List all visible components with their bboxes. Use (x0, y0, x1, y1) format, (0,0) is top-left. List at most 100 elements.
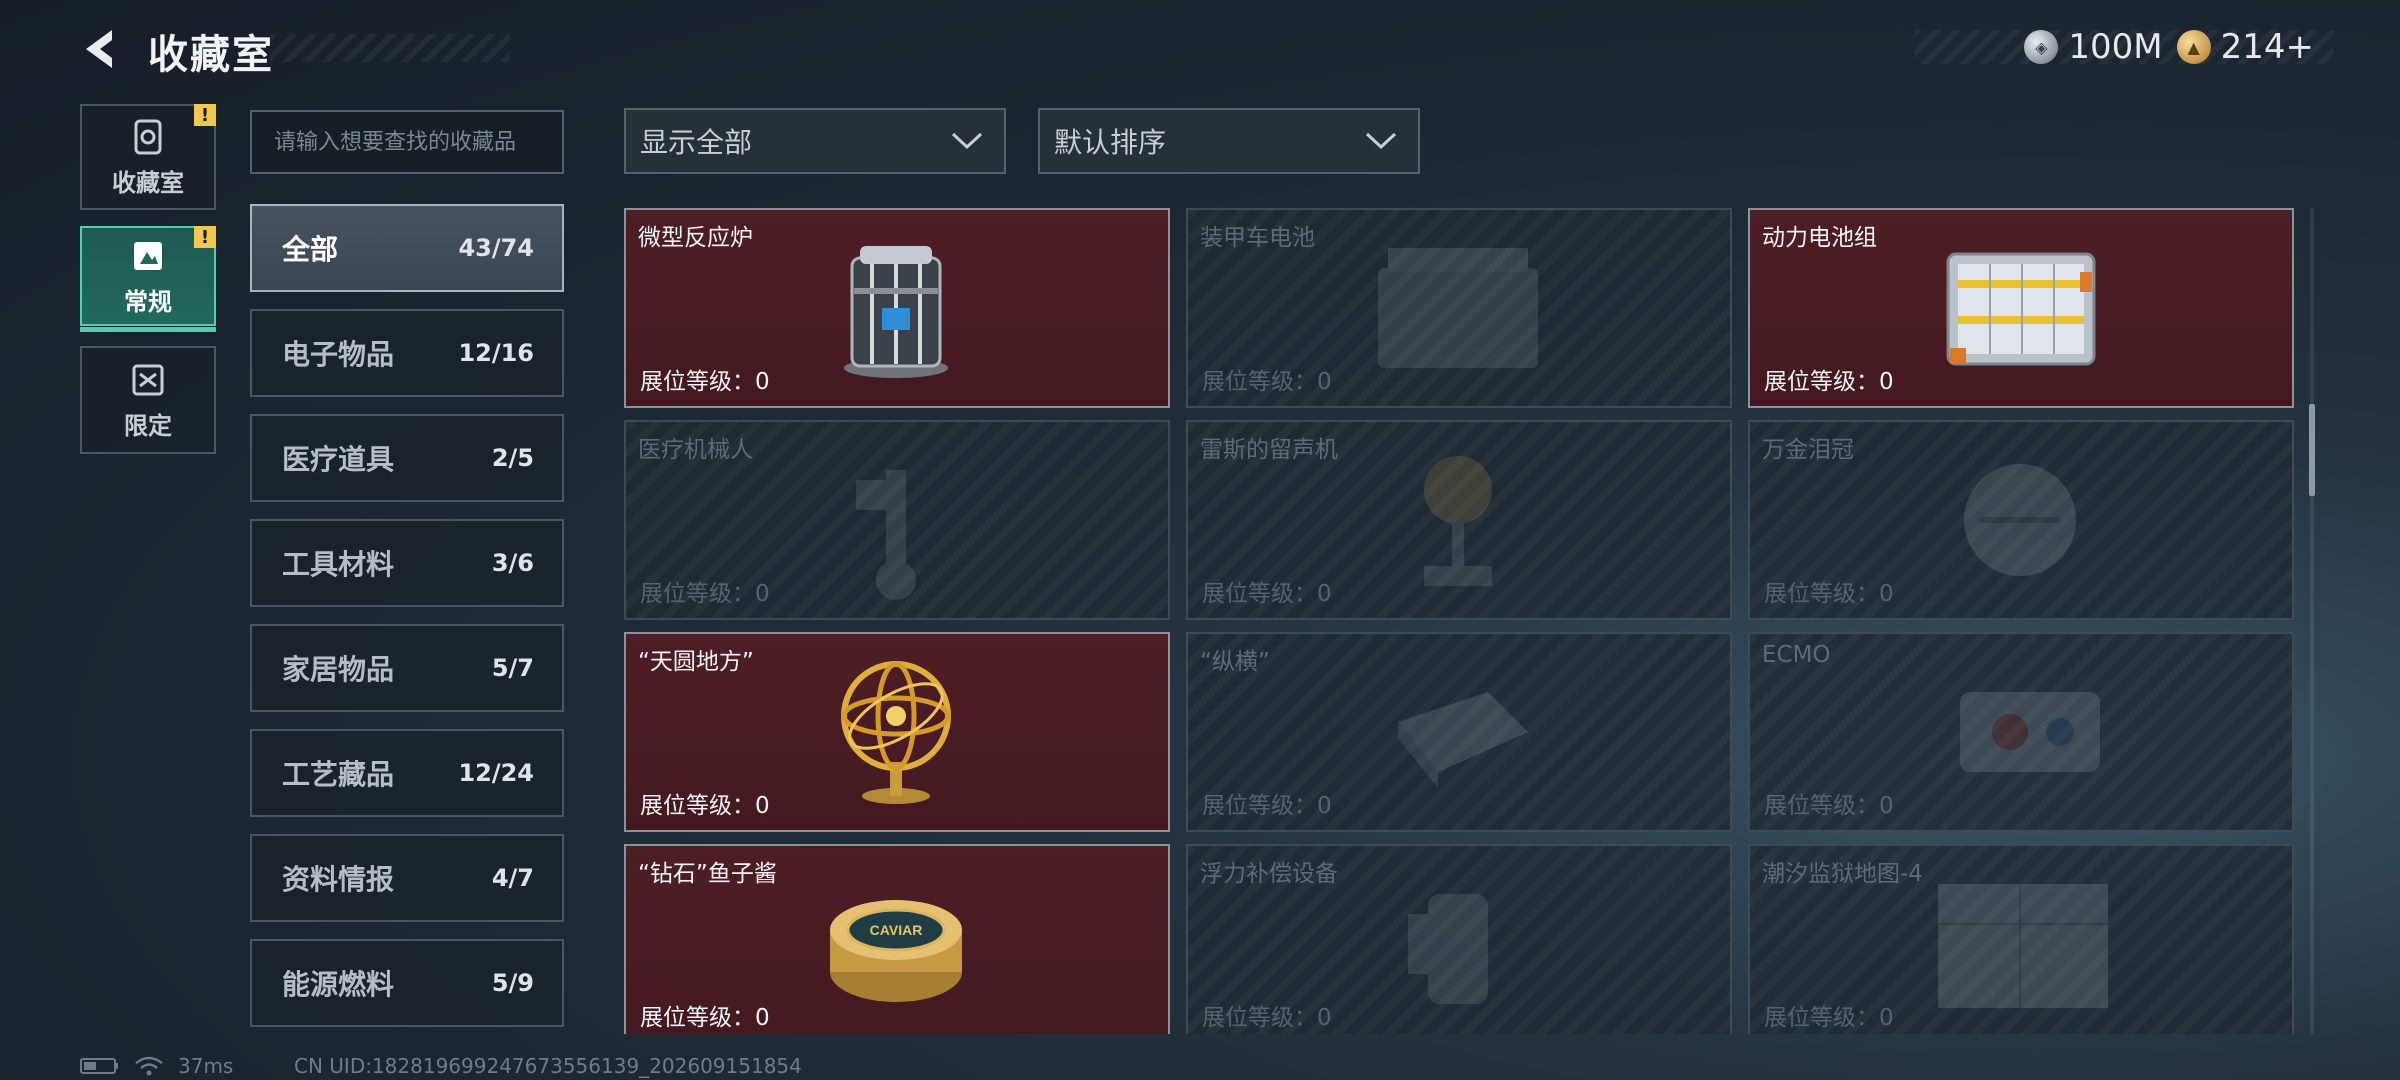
item-name: 微型反应炉 (638, 225, 753, 251)
item-name: 万金泪冠 (1762, 437, 1854, 463)
power-battery-pack-icon (1946, 252, 2096, 366)
booth-level: 展位等级：0 (640, 369, 770, 395)
filter-show-label: 显示全部 (640, 126, 753, 159)
booth-level: 展位等级：0 (1202, 793, 1332, 819)
item-name: 动力电池组 (1762, 225, 1877, 251)
booth-level: 展位等级：0 (640, 793, 770, 819)
category-count: 12/16 (458, 339, 534, 367)
sidenav-label: 常规 (124, 287, 172, 316)
caviar-tin-icon: CAVIAR (830, 900, 962, 1002)
sidenav-item-regular[interactable]: 常规 ! (80, 226, 216, 332)
category-count: 3/6 (491, 549, 534, 577)
collectible-card[interactable]: 动力电池组 展位等级：0 (1748, 208, 2294, 408)
category-name: 电子物品 (282, 338, 395, 371)
item-name: ECMO (1762, 642, 1831, 668)
item-name: 雷斯的留声机 (1200, 437, 1338, 463)
chevron-down-icon (951, 132, 983, 150)
back-arrow-icon[interactable] (78, 24, 122, 74)
category-household[interactable]: 家居物品 5/7 (250, 624, 564, 712)
grid-scrollbar-track[interactable] (2310, 208, 2314, 1034)
collectible-card[interactable]: 潮汐监狱地图-4 展位等级：0 (1748, 844, 2294, 1034)
currency-gold[interactable]: ▲ 214+ (2176, 27, 2314, 67)
category-name: 家居物品 (282, 653, 395, 686)
collectible-card[interactable]: “纵横” 展位等级：0 (1186, 632, 1732, 832)
search-input[interactable] (250, 110, 564, 174)
alert-badge: ! (194, 104, 216, 126)
grid-scrollbar-thumb[interactable] (2309, 404, 2315, 496)
category-count: 4/7 (491, 864, 534, 892)
category-name: 医疗道具 (282, 443, 395, 476)
limited-icon (132, 364, 164, 395)
category-name: 资料情报 (282, 863, 395, 896)
currency-bar: ◈ 100M ▲ 214+ (1914, 27, 2334, 67)
top-bar: 收藏室 ◈ 100M ▲ 214+ (0, 0, 2400, 100)
collectible-card[interactable]: 装甲车电池 展位等级：0 (1186, 208, 1732, 408)
title-decoration (270, 34, 510, 62)
category-electronics[interactable]: 电子物品 12/16 (250, 309, 564, 397)
category-all[interactable]: 全部 43/74 (250, 204, 564, 292)
category-name: 全部 (282, 233, 339, 266)
collectible-card[interactable]: “天圆地方” 展位等级：0 (624, 632, 1170, 832)
booth-level: 展位等级：0 (1202, 1005, 1332, 1031)
chessboard-icon (1398, 692, 1528, 788)
medical-robot-icon (856, 470, 916, 600)
sidenav-label: 收藏室 (112, 168, 184, 197)
chevron-down-icon (1365, 132, 1397, 150)
user-uid: CN UID:182819699247673556139_20260915185… (294, 1054, 802, 1078)
booth-level: 展位等级：0 (1202, 369, 1332, 395)
collectible-card[interactable]: 万金泪冠 展位等级：0 (1748, 420, 2294, 620)
wifi-icon (135, 1056, 163, 1076)
booth-level: 展位等级：0 (1764, 581, 1894, 607)
filter-show-dropdown[interactable]: 显示全部 (624, 108, 1006, 174)
booth-level: 展位等级：0 (1202, 581, 1332, 607)
currency-gold-value: 214+ (2220, 27, 2314, 67)
category-tools[interactable]: 工具材料 3/6 (250, 519, 564, 607)
collectible-card[interactable]: 雷斯的留声机 展位等级：0 (1186, 420, 1732, 620)
booth-level: 展位等级：0 (1764, 793, 1894, 819)
item-name: 潮汐监狱地图-4 (1762, 861, 1923, 887)
collectible-card[interactable]: 微型反应炉 展位等级：0 (624, 208, 1170, 408)
category-count: 5/7 (491, 654, 534, 682)
page-title: 收藏室 (148, 32, 274, 78)
category-name: 工具材料 (282, 548, 395, 581)
currency-silver-value: 100M (2068, 27, 2163, 67)
category-medical[interactable]: 医疗道具 2/5 (250, 414, 564, 502)
category-count: 12/24 (458, 759, 534, 787)
crown-icon (1964, 464, 2076, 576)
category-count: 2/5 (491, 444, 534, 472)
category-energy[interactable]: 能源燃料 5/9 (250, 939, 564, 1027)
item-name: 浮力补偿设备 (1200, 861, 1338, 887)
buoyancy-device-icon (1408, 894, 1488, 1004)
category-crafts[interactable]: 工艺藏品 12/24 (250, 729, 564, 817)
booth-level: 展位等级：0 (1764, 1005, 1894, 1031)
category-name: 能源燃料 (282, 968, 395, 1001)
collectible-card[interactable]: 医疗机械人 展位等级：0 (624, 420, 1170, 620)
phonograph-icon (1424, 456, 1492, 586)
category-name: 工艺藏品 (282, 758, 395, 791)
sidenav-item-limited[interactable]: 限定 (80, 346, 216, 454)
sort-dropdown[interactable]: 默认排序 (1038, 108, 1420, 174)
sidenav-item-collection-room[interactable]: 收藏室 ! (80, 104, 216, 210)
category-count: 43/74 (458, 234, 534, 262)
collectible-card[interactable]: 浮力补偿设备 展位等级：0 (1186, 844, 1732, 1034)
booth-level: 展位等级：0 (640, 1005, 770, 1031)
armored-battery-icon (1378, 248, 1538, 368)
item-name: “纵横” (1200, 649, 1270, 675)
silver-coin-icon: ◈ (2024, 30, 2059, 64)
status-footer: 37ms (80, 1054, 233, 1078)
item-name: 装甲车电池 (1200, 225, 1315, 251)
ecmo-machine-icon (1960, 692, 2100, 772)
currency-silver[interactable]: ◈ 100M (2024, 27, 2163, 67)
ping-value: 37ms (178, 1054, 234, 1078)
collectible-card[interactable]: “钻石”鱼子酱 CAVIAR 展位等级：0 (624, 844, 1170, 1034)
regular-icon (134, 241, 162, 270)
item-name: “天圆地方” (638, 649, 754, 675)
collection-room-icon (134, 119, 162, 154)
collectible-card[interactable]: ECMO 展位等级：0 (1748, 632, 2294, 832)
prison-map-icon (1938, 884, 2108, 1008)
booth-level: 展位等级：0 (1764, 369, 1894, 395)
category-intel[interactable]: 资料情报 4/7 (250, 834, 564, 922)
alert-badge: ! (194, 226, 216, 248)
battery-icon (80, 1058, 118, 1074)
caviar-label: CAVIAR (870, 922, 923, 938)
